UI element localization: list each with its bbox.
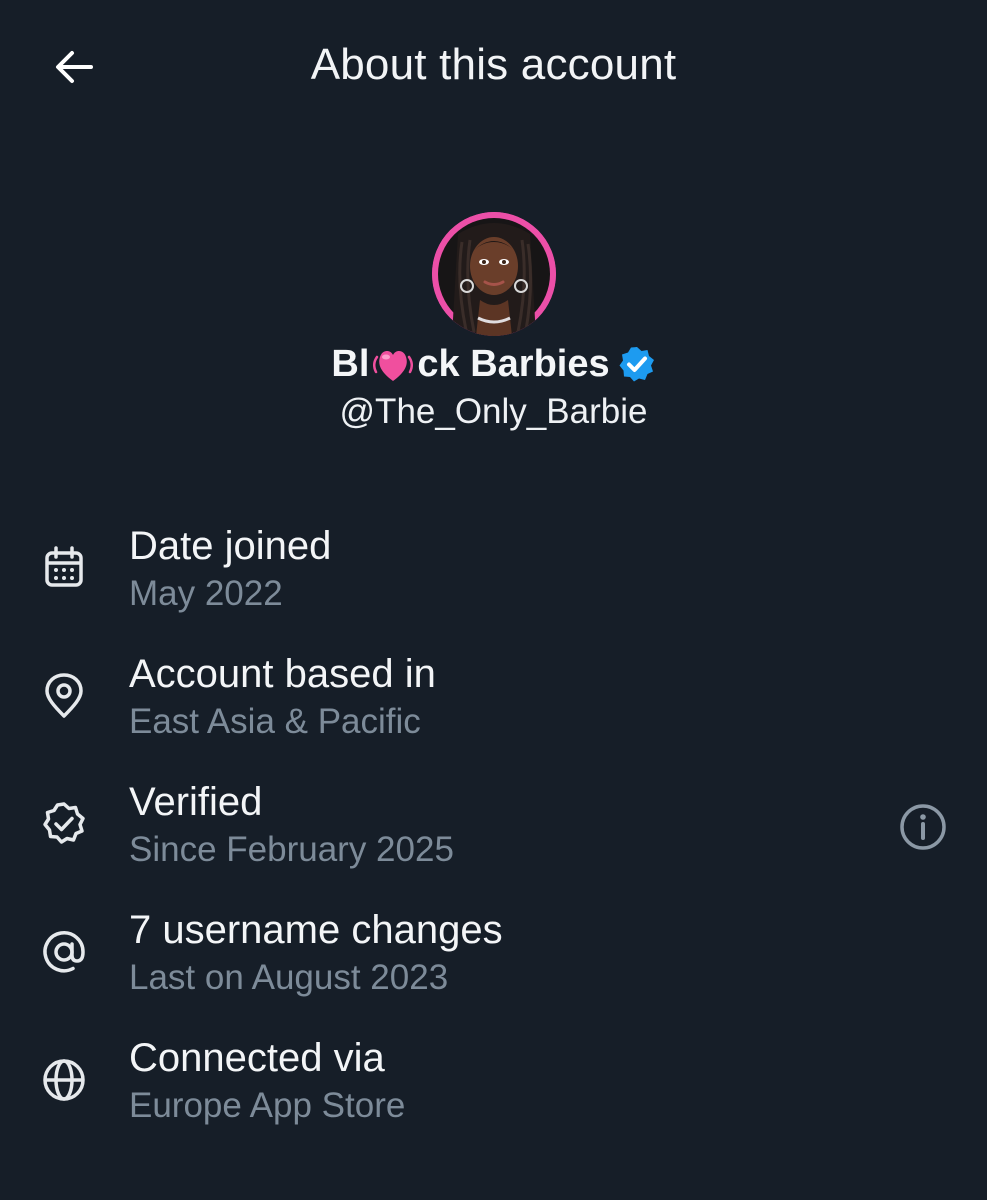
verified-check-icon — [38, 798, 90, 850]
display-name-start: Bl — [331, 342, 370, 385]
info-value: Last on August 2023 — [129, 958, 449, 997]
info-row-date-joined: Date joined May 2022 — [0, 520, 987, 648]
page-title: About this account — [310, 40, 677, 89]
info-label: Account based in — [129, 652, 436, 696]
info-icon — [898, 802, 948, 857]
info-value: Since February 2025 — [129, 830, 454, 869]
profile-section: Bl ck Barbies @The_Only_Barbie — [0, 212, 987, 432]
display-name-end: ck Barbies — [417, 342, 610, 385]
location-pin-icon — [38, 670, 90, 722]
heart-emoji — [370, 343, 416, 385]
info-value: Europe App Store — [129, 1086, 406, 1125]
avatar-image — [431, 212, 556, 336]
info-row-username-changes: 7 username changes Last on August 2023 — [0, 904, 987, 1032]
info-value: East Asia & Pacific — [129, 702, 421, 741]
info-row-verified: Verified Since February 2025 — [0, 776, 987, 904]
header: About this account — [0, 0, 987, 136]
info-label: 7 username changes — [129, 908, 503, 952]
globe-icon — [38, 1054, 90, 1106]
info-row-account-based-in: Account based in East Asia & Pacific — [0, 648, 987, 776]
at-sign-icon — [38, 926, 90, 978]
info-label: Date joined — [129, 524, 332, 568]
info-value: May 2022 — [129, 574, 283, 613]
info-row-connected-via: Connected via Europe App Store — [0, 1032, 987, 1160]
info-label: Connected via — [129, 1036, 385, 1080]
verified-info-button[interactable] — [896, 802, 950, 856]
display-name: Bl ck Barbies — [0, 338, 987, 390]
username-handle: @The_Only_Barbie — [339, 392, 648, 431]
avatar[interactable] — [431, 212, 556, 336]
calendar-icon — [38, 542, 90, 594]
account-info-list: Date joined May 2022 Account based in Ea… — [0, 520, 987, 1160]
info-label: Verified — [129, 780, 263, 824]
verified-badge-icon[interactable] — [618, 345, 656, 383]
